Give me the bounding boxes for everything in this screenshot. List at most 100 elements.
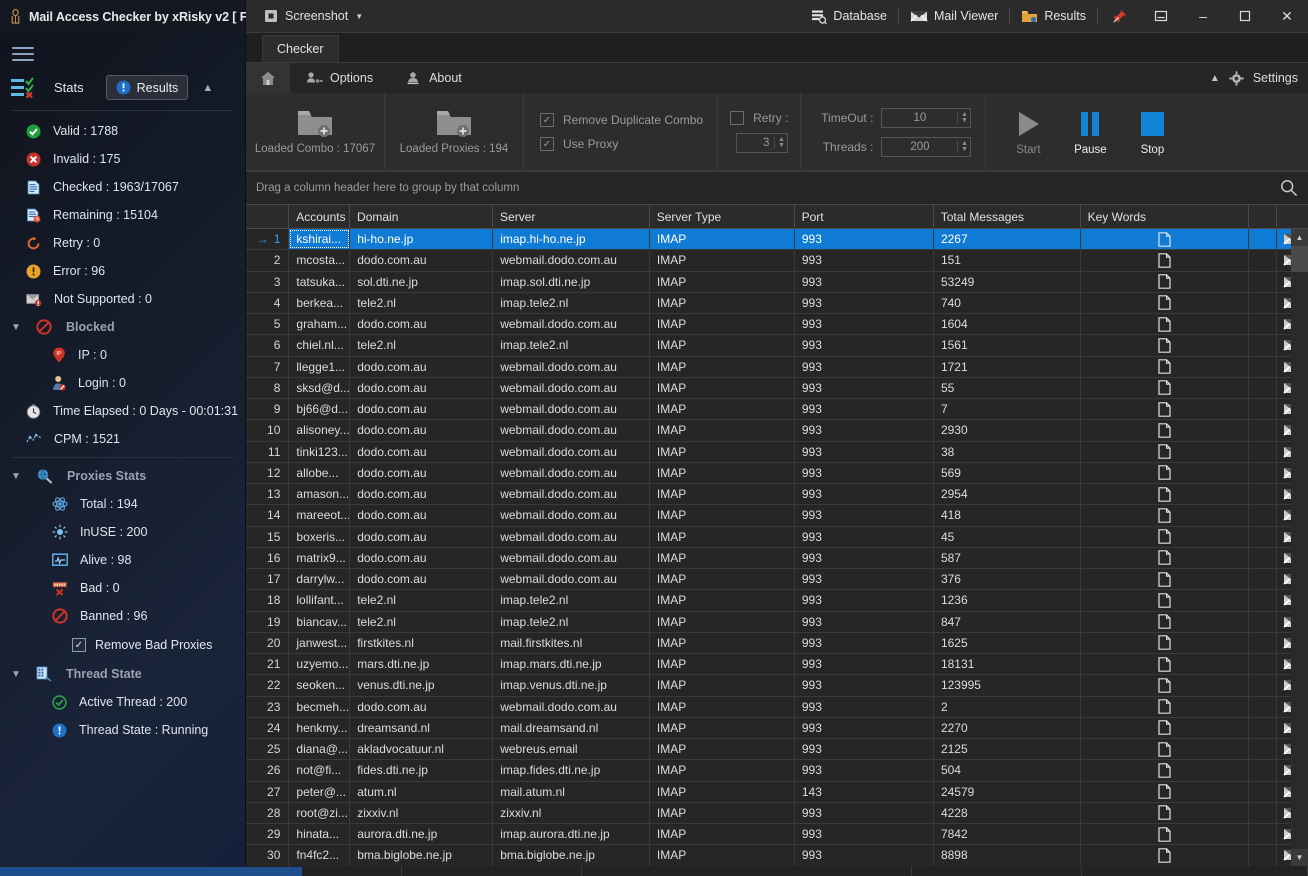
cell-server[interactable]: webmail.dodo.com.au: [493, 314, 650, 334]
cell-account[interactable]: sksd@d...: [289, 378, 350, 398]
cell-server-type[interactable]: IMAP: [650, 824, 795, 844]
settings-label[interactable]: Settings: [1253, 71, 1298, 85]
cell-server-type[interactable]: IMAP: [650, 782, 795, 802]
table-row[interactable]: 25diana@...akladvocatuur.nlwebreus.email…: [246, 739, 1308, 760]
cell-domain[interactable]: dodo.com.au: [350, 250, 493, 270]
cell-total-messages[interactable]: 740: [934, 293, 1081, 313]
scroll-track[interactable]: [1291, 272, 1308, 849]
grid-header-index[interactable]: [246, 205, 289, 228]
cell-key-words[interactable]: [1081, 782, 1249, 802]
cell-extra[interactable]: [1249, 803, 1277, 823]
cell-extra[interactable]: [1249, 314, 1277, 334]
cell-server-type[interactable]: IMAP: [650, 293, 795, 313]
cell-account[interactable]: janwest...: [289, 633, 350, 653]
table-row[interactable]: 27peter@...atum.nlmail.atum.nlIMAP143245…: [246, 782, 1308, 803]
cell-port[interactable]: 993: [795, 378, 934, 398]
cell-port[interactable]: 993: [795, 505, 934, 525]
pause-button[interactable]: Pause: [1070, 109, 1110, 156]
cell-account[interactable]: peter@...: [289, 782, 350, 802]
cell-key-words[interactable]: [1081, 845, 1249, 865]
cell-account[interactable]: bj66@d...: [289, 399, 350, 419]
cell-total-messages[interactable]: 123995: [934, 675, 1081, 695]
cell-port[interactable]: 993: [795, 484, 934, 504]
cell-server-type[interactable]: IMAP: [650, 739, 795, 759]
table-row[interactable]: 19biancav...tele2.nlimap.tele2.nlIMAP993…: [246, 612, 1308, 633]
cell-account[interactable]: uzyemo...: [289, 654, 350, 674]
group-panel[interactable]: Drag a column header here to group by th…: [246, 172, 1308, 204]
cell-key-words[interactable]: [1081, 484, 1249, 504]
cell-key-words[interactable]: [1081, 399, 1249, 419]
cell-account[interactable]: llegge1...: [289, 357, 350, 377]
cell-extra[interactable]: [1249, 654, 1277, 674]
cell-server[interactable]: mail.atum.nl: [493, 782, 650, 802]
cell-account[interactable]: biancav...: [289, 612, 350, 632]
cell-account[interactable]: kshirai...: [289, 229, 350, 249]
table-row[interactable]: 12allobe...dodo.com.auwebmail.dodo.com.a…: [246, 463, 1308, 484]
cell-server[interactable]: webmail.dodo.com.au: [493, 697, 650, 717]
cell-key-words[interactable]: [1081, 675, 1249, 695]
cell-server[interactable]: webmail.dodo.com.au: [493, 527, 650, 547]
cell-server-type[interactable]: IMAP: [650, 420, 795, 440]
cell-domain[interactable]: dodo.com.au: [350, 399, 493, 419]
cell-server-type[interactable]: IMAP: [650, 569, 795, 589]
cell-port[interactable]: 993: [795, 357, 934, 377]
grid-header-domain[interactable]: Domain: [350, 205, 493, 228]
cell-total-messages[interactable]: 569: [934, 463, 1081, 483]
cell-extra[interactable]: [1249, 569, 1277, 589]
cell-total-messages[interactable]: 38: [934, 442, 1081, 462]
table-row[interactable]: 23becmeh...dodo.com.auwebmail.dodo.com.a…: [246, 697, 1308, 718]
cell-server-type[interactable]: IMAP: [650, 612, 795, 632]
cell-server[interactable]: imap.mars.dti.ne.jp: [493, 654, 650, 674]
cell-account[interactable]: matrix9...: [289, 548, 350, 568]
cell-port[interactable]: 993: [795, 845, 934, 865]
cell-total-messages[interactable]: 18131: [934, 654, 1081, 674]
table-row[interactable]: 16matrix9...dodo.com.auwebmail.dodo.com.…: [246, 548, 1308, 569]
cell-extra[interactable]: [1249, 675, 1277, 695]
cell-total-messages[interactable]: 7: [934, 399, 1081, 419]
cell-extra[interactable]: [1249, 527, 1277, 547]
cell-key-words[interactable]: [1081, 527, 1249, 547]
cell-total-messages[interactable]: 1625: [934, 633, 1081, 653]
cell-account[interactable]: mcosta...: [289, 250, 350, 270]
cell-account[interactable]: mareeot...: [289, 505, 350, 525]
cell-key-words[interactable]: [1081, 548, 1249, 568]
cell-key-words[interactable]: [1081, 314, 1249, 334]
cell-key-words[interactable]: [1081, 357, 1249, 377]
cell-port[interactable]: 993: [795, 569, 934, 589]
cell-extra[interactable]: [1249, 335, 1277, 355]
cell-extra[interactable]: [1249, 760, 1277, 780]
cell-key-words[interactable]: [1081, 633, 1249, 653]
cell-key-words[interactable]: [1081, 824, 1249, 844]
cell-server[interactable]: imap.tele2.nl: [493, 293, 650, 313]
scroll-thumb[interactable]: [1291, 246, 1308, 272]
grid-header-mail[interactable]: [1277, 205, 1308, 228]
cell-port[interactable]: 993: [795, 527, 934, 547]
retry-stepper[interactable]: 3 ▲▼: [736, 133, 788, 153]
cell-extra[interactable]: [1249, 484, 1277, 504]
cell-server[interactable]: mail.firstkites.nl: [493, 633, 650, 653]
cell-port[interactable]: 993: [795, 314, 934, 334]
cell-extra[interactable]: [1249, 697, 1277, 717]
table-row[interactable]: 24henkmy...dreamsand.nlmail.dreamsand.nl…: [246, 718, 1308, 739]
table-row[interactable]: 14mareeot...dodo.com.auwebmail.dodo.com.…: [246, 505, 1308, 526]
cell-key-words[interactable]: [1081, 739, 1249, 759]
chevron-up-icon[interactable]: ▲: [1210, 73, 1220, 84]
cell-server[interactable]: mail.dreamsand.nl: [493, 718, 650, 738]
close-button[interactable]: ✕: [1266, 0, 1308, 33]
stepper-arrows-icon[interactable]: ▲▼: [957, 141, 970, 153]
cell-port[interactable]: 993: [795, 250, 934, 270]
cell-port[interactable]: 993: [795, 633, 934, 653]
cell-port[interactable]: 993: [795, 739, 934, 759]
cell-server-type[interactable]: IMAP: [650, 697, 795, 717]
cell-server[interactable]: webmail.dodo.com.au: [493, 357, 650, 377]
cell-extra[interactable]: [1249, 590, 1277, 610]
cell-extra[interactable]: [1249, 463, 1277, 483]
cell-server[interactable]: webmail.dodo.com.au: [493, 442, 650, 462]
cell-server[interactable]: imap.venus.dti.ne.jp: [493, 675, 650, 695]
cell-key-words[interactable]: [1081, 505, 1249, 525]
cell-key-words[interactable]: [1081, 654, 1249, 674]
grid-vertical-scrollbar[interactable]: ▲ ▼: [1291, 229, 1308, 866]
cell-account[interactable]: chiel.nl...: [289, 335, 350, 355]
grid-header-server[interactable]: Server: [493, 205, 650, 228]
cell-account[interactable]: root@zi...: [289, 803, 350, 823]
